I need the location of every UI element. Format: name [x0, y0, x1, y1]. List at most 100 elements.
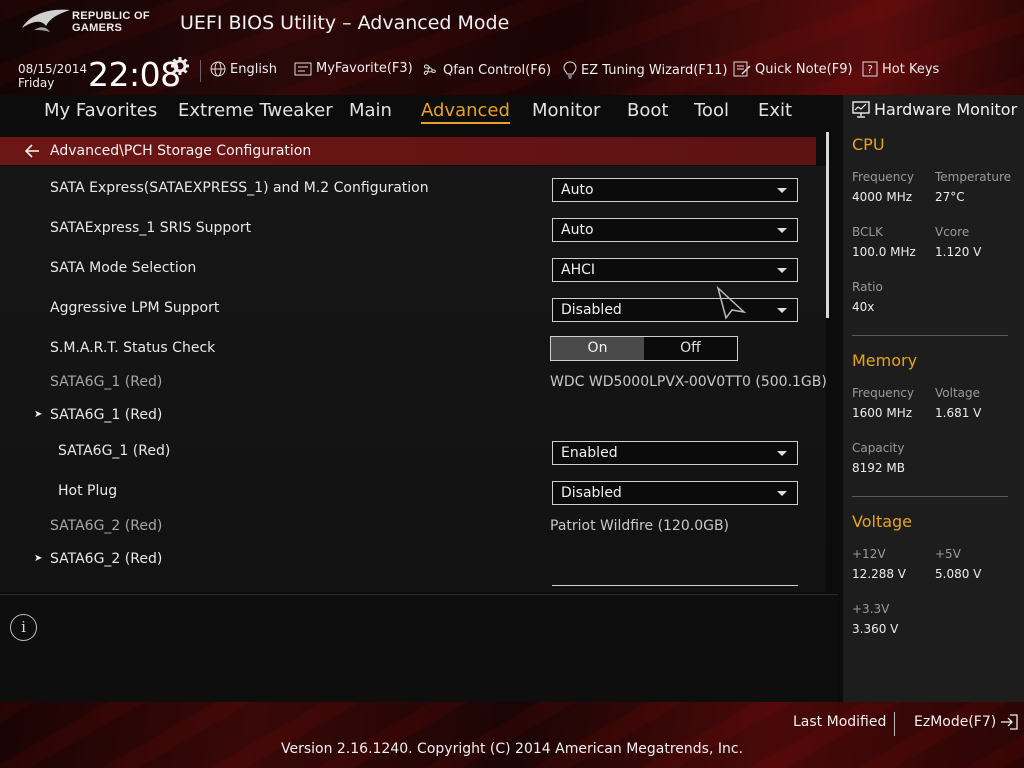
smart-check-toggle[interactable]: On Off: [550, 336, 738, 361]
memory-voltage-label: Voltage: [935, 386, 981, 400]
toolbar-separator: [200, 60, 201, 82]
rog-brand-text: REPUBLIC OF GAMERS: [72, 10, 150, 34]
chevron-down-icon: [777, 268, 787, 273]
day-text: Friday: [18, 76, 55, 90]
lpm-support-value: Disabled: [561, 302, 622, 318]
footer-banner: [0, 702, 1024, 768]
svg-text:?: ?: [867, 63, 873, 76]
cpu-bclk-label: BCLK: [852, 225, 883, 239]
footer-separator: [894, 712, 895, 736]
version-text: Version 2.16.1240. Copyright (C) 2014 Am…: [280, 741, 744, 757]
brand-line2: GAMERS: [72, 22, 123, 34]
date-display: 08/15/2014 Friday: [18, 62, 87, 90]
lightbulb-icon: [563, 61, 577, 79]
tab-my-favorites[interactable]: My Favorites: [44, 100, 157, 121]
expand-arrow-icon: ➤: [34, 553, 43, 564]
ezmode-label: EzMode(F7): [914, 714, 997, 730]
partial-select[interactable]: [552, 585, 798, 588]
breadcrumb-path: Advanced\PCH Storage Configuration: [50, 143, 312, 159]
sata-mode-value: AHCI: [561, 262, 596, 278]
lpm-support-select[interactable]: Disabled: [552, 298, 798, 322]
quick-note-button[interactable]: Quick Note(F9): [733, 61, 853, 77]
tab-tool[interactable]: Tool: [694, 100, 729, 121]
ezmode-button[interactable]: EzMode(F7): [914, 714, 1018, 730]
globe-icon: [210, 61, 226, 77]
help-info-bar: [0, 594, 838, 702]
quick-note-label: Quick Note(F9): [755, 61, 853, 77]
cpu-ratio-label: Ratio: [852, 280, 883, 294]
sata-express-m2-value: Auto: [561, 182, 594, 198]
clock-time: 22:08: [88, 55, 181, 94]
language-button[interactable]: English: [210, 61, 277, 77]
sris-support-select[interactable]: Auto: [552, 218, 798, 242]
myfavorite-label: MyFavorite(F3): [316, 61, 413, 76]
sata-mode-label: SATA Mode Selection: [50, 260, 197, 276]
chevron-down-icon: [777, 308, 787, 313]
hot-plug-value: Disabled: [561, 485, 622, 501]
gear-icon[interactable]: [171, 57, 189, 75]
fan-icon: [423, 64, 436, 75]
cpu-bclk-value: 100.0 MHz: [852, 245, 916, 259]
tab-monitor[interactable]: Monitor: [532, 100, 600, 121]
sris-support-value: Auto: [561, 222, 594, 238]
memory-voltage-value: 1.681 V: [935, 406, 982, 420]
sata-express-m2-select[interactable]: Auto: [552, 178, 798, 202]
last-modified-button[interactable]: Last Modified: [793, 714, 886, 730]
tab-exit[interactable]: Exit: [758, 100, 792, 121]
sata6g1-device: WDC WD5000LPVX-00V0TT0 (500.1GB): [550, 374, 827, 390]
memory-heading: Memory: [852, 351, 918, 370]
v12-label: +12V: [852, 547, 886, 561]
v33-value: 3.360 V: [852, 622, 899, 636]
ez-tuning-button[interactable]: EZ Tuning Wizard(F11): [563, 61, 727, 79]
qfan-button[interactable]: Qfan Control(F6): [421, 61, 551, 79]
hardware-monitor-title: Hardware Monitor: [852, 100, 1017, 119]
chevron-down-icon: [777, 188, 787, 193]
smart-on-option[interactable]: On: [551, 337, 644, 360]
lpm-support-label: Aggressive LPM Support: [50, 300, 220, 316]
mouse-cursor-icon: [716, 286, 746, 320]
sata6g1-port-select[interactable]: Enabled: [552, 441, 798, 465]
hot-keys-label: Hot Keys: [882, 61, 940, 77]
cpu-heading: CPU: [852, 135, 885, 154]
myfavorite-button[interactable]: MyFavorite(F3): [294, 61, 413, 76]
sata-mode-select[interactable]: AHCI: [552, 258, 798, 282]
cpu-frequency-value: 4000 MHz: [852, 190, 913, 204]
sata6g2-info-label: SATA6G_2 (Red): [50, 518, 163, 534]
breadcrumb: Advanced\PCH Storage Configuration: [0, 137, 816, 165]
sata6g2-group[interactable]: SATA6G_2 (Red): [50, 551, 162, 567]
app-title: UEFI BIOS Utility – Advanced Mode: [180, 12, 510, 34]
hw-divider: [852, 335, 1008, 336]
sata6g1-group[interactable]: SATA6G_1 (Red): [50, 407, 162, 423]
sata6g2-device: Patriot Wildfire (120.0GB): [550, 518, 730, 534]
favorite-icon: [294, 62, 312, 75]
cpu-vcore-label: Vcore: [935, 225, 970, 239]
chevron-down-icon: [777, 228, 787, 233]
tab-advanced[interactable]: Advanced: [421, 100, 510, 124]
tab-boot[interactable]: Boot: [627, 100, 668, 121]
memory-capacity-value: 8192 MB: [852, 461, 905, 475]
exit-arrow-icon: [1001, 714, 1018, 730]
sata6g1-port-value: Enabled: [561, 445, 618, 461]
cpu-temperature-value: 27°C: [935, 190, 965, 204]
language-label: English: [230, 61, 277, 77]
hot-plug-select[interactable]: Disabled: [552, 481, 798, 505]
expand-arrow-icon: ➤: [34, 409, 43, 420]
smart-off-option[interactable]: Off: [644, 337, 737, 360]
rog-logo-icon: [22, 9, 70, 32]
tab-main[interactable]: Main: [349, 100, 392, 121]
memory-frequency-value: 1600 MHz: [852, 406, 913, 420]
cpu-vcore-value: 1.120 V: [935, 245, 982, 259]
v12-value: 12.288 V: [852, 567, 907, 581]
smart-check-label: S.M.A.R.T. Status Check: [50, 340, 216, 356]
memory-frequency-label: Frequency: [852, 386, 914, 400]
qfan-label: Qfan Control(F6): [443, 62, 552, 78]
sata6g1-info-label: SATA6G_1 (Red): [50, 374, 163, 390]
v5-label: +5V: [935, 547, 961, 561]
hot-keys-button[interactable]: ? Hot Keys: [862, 61, 939, 77]
tab-extreme-tweaker[interactable]: Extreme Tweaker: [178, 100, 333, 121]
back-arrow-icon[interactable]: [24, 144, 40, 158]
date-text: 08/15/2014: [18, 62, 88, 76]
info-icon: i: [10, 614, 37, 641]
brand-line1: REPUBLIC OF: [72, 10, 150, 22]
scrollbar[interactable]: [826, 132, 829, 318]
